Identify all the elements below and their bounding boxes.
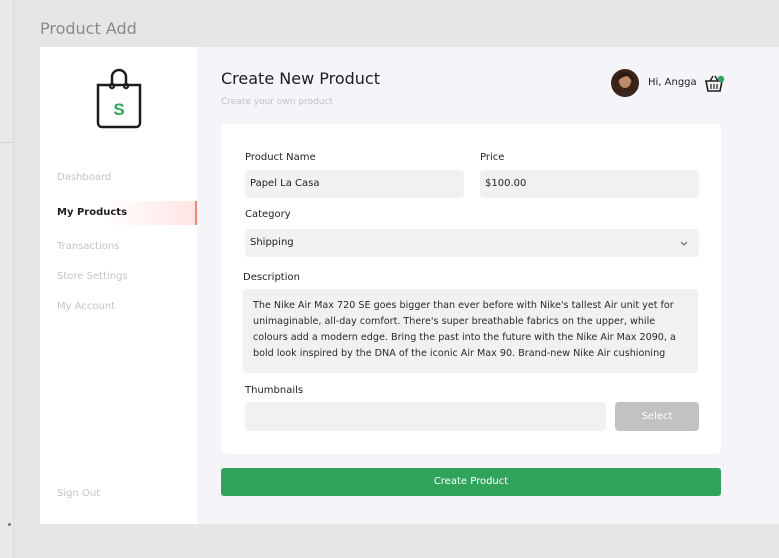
sidebar-item-store-settings[interactable]: Store Settings (40, 265, 197, 289)
strip-dot (8, 523, 11, 526)
left-window-strip (0, 0, 14, 558)
thumbnails-input[interactable] (245, 402, 606, 431)
sidebar-item-my-products[interactable]: My Products (40, 201, 197, 225)
description-textarea[interactable]: The Nike Air Max 720 SE goes bigger than… (243, 289, 698, 373)
product-name-input[interactable]: Papel La Casa (245, 170, 464, 198)
sidebar-item-sign-out[interactable]: Sign Out (40, 482, 197, 506)
product-name-label: Product Name (245, 152, 316, 163)
page-subtitle: Create your own product (221, 97, 333, 107)
price-input[interactable]: $100.00 (480, 170, 699, 198)
category-select[interactable]: Shipping (245, 229, 699, 257)
main-content: Create New Product Create your own produ… (197, 47, 779, 524)
strip-divider (0, 142, 14, 143)
avatar[interactable] (611, 69, 639, 97)
logo-letter: S (113, 100, 124, 119)
select-thumbnail-button[interactable]: Select (615, 402, 699, 431)
app-frame: S Dashboard My Products Transactions Sto… (40, 47, 779, 524)
sidebar-item-my-account[interactable]: My Account (40, 295, 197, 319)
page-header: Product Add (40, 19, 137, 38)
user-greeting[interactable]: Hi, Angga (648, 77, 697, 88)
cart-badge (717, 75, 725, 83)
shopping-bag-icon[interactable]: S (93, 67, 145, 129)
create-product-button[interactable]: Create Product (221, 468, 721, 496)
sidebar-item-transactions[interactable]: Transactions (40, 235, 197, 259)
thumbnails-label: Thumbnails (245, 385, 304, 396)
category-label: Category (245, 209, 291, 220)
category-value: Shipping (250, 237, 294, 248)
page-title: Create New Product (221, 69, 380, 88)
product-form-card: Product Name Papel La Casa Price $100.00… (221, 124, 721, 454)
chevron-down-icon (680, 241, 688, 246)
avatar-image (615, 71, 635, 97)
sidebar: S Dashboard My Products Transactions Sto… (40, 47, 197, 524)
description-label: Description (243, 272, 300, 283)
cart-icon[interactable] (703, 73, 725, 93)
sidebar-item-dashboard[interactable]: Dashboard (40, 166, 197, 190)
price-label: Price (480, 152, 505, 163)
